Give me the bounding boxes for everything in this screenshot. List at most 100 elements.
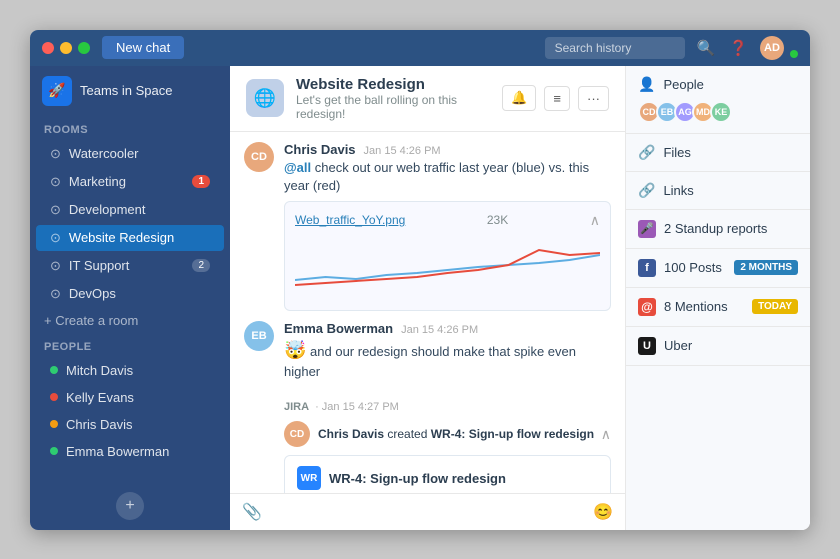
jira-time: · Jan 15 4:27 PM xyxy=(315,401,399,413)
files-icon: 🔗 xyxy=(638,144,655,161)
sidebar-item-emma-bowerman[interactable]: Emma Bowerman xyxy=(36,439,224,464)
messages-list: CD Chris Davis Jan 15 4:26 PM @all check… xyxy=(230,132,625,493)
files-panel-label: Files xyxy=(663,145,690,160)
room-icon: ⊙ xyxy=(50,230,61,246)
online-dot xyxy=(50,366,58,374)
person-name: Emma Bowerman xyxy=(66,444,169,459)
sidebar-item-chris-davis[interactable]: Chris Davis xyxy=(36,412,224,437)
person-name: Mitch Davis xyxy=(66,363,133,378)
panel-section-files[interactable]: 🔗 Files xyxy=(626,134,810,172)
panel-section-links[interactable]: 🔗 Links xyxy=(626,172,810,210)
chat-header: 🌐 Website Redesign Let's get the ball ro… xyxy=(230,66,625,132)
message-group: CD Chris Davis Jan 15 4:26 PM @all check… xyxy=(244,142,611,311)
chat-header-actions: 🔔 ≡ ··· xyxy=(502,85,609,111)
sidebar-bottom: + xyxy=(30,482,230,530)
chart-svg xyxy=(295,235,600,295)
uber-icon: U xyxy=(638,337,656,355)
sidebar-item-mitch-davis[interactable]: Mitch Davis xyxy=(36,358,224,383)
search-icon-button[interactable]: 🔍 xyxy=(695,37,718,59)
panel-standup-row[interactable]: 🎤 2 Standup reports xyxy=(638,220,798,238)
sidebar-item-website-redesign[interactable]: ⊙ Website Redesign xyxy=(36,225,224,251)
jira-card: WR WR-4: Sign-up flow redesign teamsinsp… xyxy=(284,455,611,492)
panel-uber-row[interactable]: U Uber xyxy=(638,337,798,355)
panel-files-row[interactable]: 🔗 Files xyxy=(638,144,798,161)
add-button[interactable]: + xyxy=(116,492,144,520)
panel-section-uber[interactable]: U Uber xyxy=(626,327,810,366)
sidebar-item-kelly-evans[interactable]: Kelly Evans xyxy=(36,385,224,410)
sidebar-item-label: Development xyxy=(69,202,146,217)
chart-value: 23K xyxy=(487,213,508,227)
mention: @all xyxy=(284,160,311,175)
room-icon: ⊙ xyxy=(50,258,61,274)
mentions-panel-label: 8 Mentions xyxy=(664,299,728,314)
sidebar: 🚀 Teams in Space ROOMS ⊙ Watercooler ⊙ M… xyxy=(30,66,230,530)
list-view-button[interactable]: ≡ xyxy=(544,86,570,111)
room-icon: ⊙ xyxy=(50,286,61,302)
close-button[interactable] xyxy=(42,42,54,54)
sidebar-item-label: Marketing xyxy=(69,174,126,189)
posts-panel-label: 100 Posts xyxy=(664,260,722,275)
jira-collapse-button[interactable]: ∧ xyxy=(601,426,611,443)
room-icon: ⊙ xyxy=(50,202,61,218)
panel-section-mentions[interactable]: @ 8 Mentions TODAY xyxy=(626,288,810,327)
chart-collapse-button[interactable]: ∧ xyxy=(590,212,600,229)
panel-people-row[interactable]: 👤 People xyxy=(638,76,798,93)
sidebar-item-watercooler[interactable]: ⊙ Watercooler xyxy=(36,141,224,167)
message-avatar: CD xyxy=(244,142,274,172)
message-content: Chris Davis Jan 15 4:26 PM @all check ou… xyxy=(284,142,611,195)
message-sender: Chris Davis xyxy=(284,142,356,157)
maximize-button[interactable] xyxy=(78,42,90,54)
teams-icon: 🚀 xyxy=(42,76,72,106)
title-bar-right: 🔍 ❓ AD xyxy=(545,36,798,60)
avatar[interactable]: AD xyxy=(760,36,784,60)
message-input[interactable] xyxy=(270,504,585,519)
panel-section-people: 👤 People CD EB AG MD KE xyxy=(626,66,810,134)
jira-card-title: WR-4: Sign-up flow redesign xyxy=(329,471,506,486)
right-panel: 👤 People CD EB AG MD KE 🔗 File xyxy=(625,66,810,530)
panel-links-row[interactable]: 🔗 Links xyxy=(638,182,798,199)
search-input[interactable] xyxy=(545,37,685,59)
notification-button[interactable]: 🔔 xyxy=(502,85,536,111)
sidebar-item-label: IT Support xyxy=(69,258,129,273)
create-room-button[interactable]: + Create a room xyxy=(30,308,230,333)
room-icon: ⊙ xyxy=(50,174,61,190)
posts-time-badge: 2 MONTHS xyxy=(734,260,798,275)
message-header: Chris Davis Jan 15 4:26 PM xyxy=(284,142,611,157)
chat-area: 🌐 Website Redesign Let's get the ball ro… xyxy=(230,66,625,530)
sidebar-item-label: DevOps xyxy=(69,286,116,301)
new-chat-button[interactable]: New chat xyxy=(102,36,184,59)
links-panel-label: Links xyxy=(663,183,693,198)
sidebar-item-it-support[interactable]: ⊙ IT Support 2 xyxy=(36,253,224,279)
panel-section-standup[interactable]: 🎤 2 Standup reports xyxy=(626,210,810,249)
sidebar-item-devops[interactable]: ⊙ DevOps xyxy=(36,281,224,307)
message-avatar: EB xyxy=(244,321,274,351)
emoji-button[interactable]: 😊 xyxy=(593,502,613,522)
jira-creator-avatar: CD xyxy=(284,421,310,447)
jira-message-group: JIRA · Jan 15 4:27 PM CD Chris Davis cre… xyxy=(244,393,611,492)
message-sender: Emma Bowerman xyxy=(284,321,393,336)
jira-label: JIRA · Jan 15 4:27 PM xyxy=(244,393,611,417)
attachment-button[interactable]: 📎 xyxy=(242,502,262,522)
chat-room-avatar: 🌐 xyxy=(246,79,284,117)
chat-input-bar: 📎 😊 xyxy=(230,493,625,530)
main-content: 🚀 Teams in Space ROOMS ⊙ Watercooler ⊙ M… xyxy=(30,66,810,530)
chart-filename[interactable]: Web_traffic_YoY.png xyxy=(295,213,405,227)
online-indicator xyxy=(790,50,798,58)
minimize-button[interactable] xyxy=(60,42,72,54)
panel-section-posts[interactable]: f 100 Posts 2 MONTHS xyxy=(626,249,810,288)
standup-panel-label: 2 Standup reports xyxy=(664,221,767,236)
unread-badge: 2 xyxy=(192,259,210,272)
title-bar: New chat 🔍 ❓ AD xyxy=(30,30,810,66)
help-icon-button[interactable]: ❓ xyxy=(727,37,750,59)
more-options-button[interactable]: ··· xyxy=(578,86,609,111)
panel-posts-row[interactable]: f 100 Posts 2 MONTHS xyxy=(638,259,798,277)
people-panel-label: People xyxy=(663,77,703,92)
jira-creator-text: Chris Davis created WR-4: Sign-up flow r… xyxy=(318,427,594,441)
people-label: PEOPLE xyxy=(30,333,230,357)
people-avatar-5[interactable]: KE xyxy=(710,101,732,123)
sidebar-item-marketing[interactable]: ⊙ Marketing 1 xyxy=(36,169,224,195)
panel-mentions-row[interactable]: @ 8 Mentions TODAY xyxy=(638,298,798,316)
sidebar-top: 🚀 Teams in Space xyxy=(30,66,230,116)
sidebar-item-development[interactable]: ⊙ Development xyxy=(36,197,224,223)
person-name: Kelly Evans xyxy=(66,390,134,405)
